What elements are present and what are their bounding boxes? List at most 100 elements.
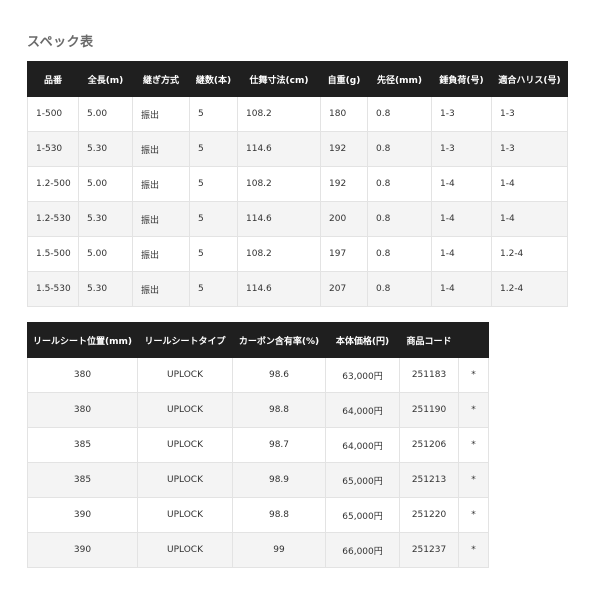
spec-cell: 5 bbox=[189, 166, 238, 202]
spec-cell: 1-3 bbox=[431, 131, 492, 167]
spec-cell: 振出 bbox=[132, 166, 190, 202]
price-header-cell: 本体価格(円) bbox=[325, 322, 400, 358]
price-cell: * bbox=[458, 357, 489, 393]
spec-cell: 1-3 bbox=[491, 131, 568, 167]
spec-cell: 1.2-4 bbox=[491, 271, 568, 307]
spec-cell: 1.5-530 bbox=[27, 271, 79, 307]
price-cell: 385 bbox=[27, 462, 138, 498]
spec-cell: 5 bbox=[189, 131, 238, 167]
spec-cell: 1-3 bbox=[491, 96, 568, 132]
spec-cell: 0.8 bbox=[367, 96, 432, 132]
price-header-cell: リールシート位置(mm) bbox=[27, 322, 138, 358]
spec-cell: 5.30 bbox=[78, 271, 133, 307]
spec-cell: 1-4 bbox=[491, 201, 568, 237]
spec-cell: 1.2-500 bbox=[27, 166, 79, 202]
spec-cell: 108.2 bbox=[237, 166, 321, 202]
price-cell: 98.6 bbox=[232, 357, 326, 393]
price-header-cell: カーボン含有率(%) bbox=[232, 322, 326, 358]
price-cell: 63,000円 bbox=[325, 357, 400, 393]
spec-cell: 114.6 bbox=[237, 201, 321, 237]
price-cell: 380 bbox=[27, 357, 138, 393]
spec-cell: 振出 bbox=[132, 271, 190, 307]
price-cell: UPLOCK bbox=[137, 462, 233, 498]
price-cell: 98.9 bbox=[232, 462, 326, 498]
table-row: 1.5-530 5.30 振出 5 114.6 207 0.8 1-4 1.2-4 bbox=[27, 271, 568, 307]
table-row: 380 UPLOCK 98.6 63,000円 251183 * bbox=[27, 357, 489, 393]
spec-cell: 0.8 bbox=[367, 201, 432, 237]
price-cell: 99 bbox=[232, 532, 326, 568]
price-cell: * bbox=[458, 392, 489, 428]
table-row: 1-530 5.30 振出 5 114.6 192 0.8 1-3 1-3 bbox=[27, 131, 568, 167]
spec-cell: 200 bbox=[320, 201, 368, 237]
spec-cell: 振出 bbox=[132, 96, 190, 132]
price-cell: 65,000円 bbox=[325, 462, 400, 498]
spec-cell: 192 bbox=[320, 131, 368, 167]
spec-header-cell: 品番 bbox=[27, 61, 79, 97]
spec-cell: 114.6 bbox=[237, 131, 321, 167]
page-title: スペック表 bbox=[27, 35, 94, 50]
spec-header-cell: 仕舞寸法(cm) bbox=[237, 61, 321, 97]
spec-cell: 5.00 bbox=[78, 96, 133, 132]
price-cell: UPLOCK bbox=[137, 427, 233, 463]
spec-cell: 5.30 bbox=[78, 201, 133, 237]
spec-header-cell: 適合ハリス(号) bbox=[491, 61, 568, 97]
spec-cell: 5.00 bbox=[78, 166, 133, 202]
price-cell: 251183 bbox=[399, 357, 459, 393]
table-row: 390 UPLOCK 99 66,000円 251237 * bbox=[27, 532, 489, 568]
spec-cell: 1.2-530 bbox=[27, 201, 79, 237]
price-cell: * bbox=[458, 462, 489, 498]
spec-cell: 振出 bbox=[132, 131, 190, 167]
spec-cell: 1-4 bbox=[431, 271, 492, 307]
price-cell: 251213 bbox=[399, 462, 459, 498]
spec-header-cell: 先径(mm) bbox=[367, 61, 432, 97]
spec-cell: 0.8 bbox=[367, 236, 432, 272]
spec-cell: 振出 bbox=[132, 201, 190, 237]
price-cell: 390 bbox=[27, 497, 138, 533]
spec-cell: 5 bbox=[189, 201, 238, 237]
price-cell: * bbox=[458, 427, 489, 463]
price-cell: UPLOCK bbox=[137, 392, 233, 428]
spec-cell: 114.6 bbox=[237, 271, 321, 307]
price-cell: 385 bbox=[27, 427, 138, 463]
spec-cell: 1-4 bbox=[431, 166, 492, 202]
spec-header-cell: 継ぎ方式 bbox=[132, 61, 190, 97]
spec-cell: 1-500 bbox=[27, 96, 79, 132]
price-cell: 390 bbox=[27, 532, 138, 568]
price-header-cell bbox=[458, 322, 489, 358]
spec-cell: 1-4 bbox=[431, 201, 492, 237]
spec-cell: 5.00 bbox=[78, 236, 133, 272]
price-table-header: リールシート位置(mm) リールシートタイプ カーボン含有率(%) 本体価格(円) 商品… bbox=[27, 322, 489, 358]
table-row: 1.5-500 5.00 振出 5 108.2 197 0.8 1-4 1.2-4 bbox=[27, 236, 568, 272]
spec-cell: 振出 bbox=[132, 236, 190, 272]
price-header-cell: 商品コード bbox=[399, 322, 459, 358]
spec-header-cell: 自重(g) bbox=[320, 61, 368, 97]
spec-cell: 192 bbox=[320, 166, 368, 202]
price-table: リールシート位置(mm) リールシートタイプ カーボン含有率(%) 本体価格(円) 商品… bbox=[27, 322, 489, 568]
price-cell: 251220 bbox=[399, 497, 459, 533]
spec-cell: 1-4 bbox=[431, 236, 492, 272]
price-cell: UPLOCK bbox=[137, 357, 233, 393]
price-header-cell: リールシートタイプ bbox=[137, 322, 233, 358]
spec-cell: 108.2 bbox=[237, 96, 321, 132]
price-cell: 64,000円 bbox=[325, 427, 400, 463]
table-row: 385 UPLOCK 98.7 64,000円 251206 * bbox=[27, 427, 489, 463]
spec-cell: 5 bbox=[189, 236, 238, 272]
price-cell: 65,000円 bbox=[325, 497, 400, 533]
spec-cell: 5.30 bbox=[78, 131, 133, 167]
price-cell: 64,000円 bbox=[325, 392, 400, 428]
price-cell: * bbox=[458, 497, 489, 533]
table-row: 390 UPLOCK 98.8 65,000円 251220 * bbox=[27, 497, 489, 533]
spec-cell: 1-530 bbox=[27, 131, 79, 167]
price-cell: UPLOCK bbox=[137, 497, 233, 533]
spec-cell: 197 bbox=[320, 236, 368, 272]
price-cell: 251237 bbox=[399, 532, 459, 568]
table-row: 1-500 5.00 振出 5 108.2 180 0.8 1-3 1-3 bbox=[27, 96, 568, 132]
price-cell: * bbox=[458, 532, 489, 568]
spec-cell: 0.8 bbox=[367, 271, 432, 307]
spec-header-cell: 全長(m) bbox=[78, 61, 133, 97]
spec-cell: 0.8 bbox=[367, 166, 432, 202]
table-row: 1.2-530 5.30 振出 5 114.6 200 0.8 1-4 1-4 bbox=[27, 201, 568, 237]
spec-table: 品番 全長(m) 継ぎ方式 継数(本) 仕舞寸法(cm) 自重(g) 先径(mm) 錘負荷(号… bbox=[27, 61, 568, 307]
spec-cell: 1.5-500 bbox=[27, 236, 79, 272]
spec-header-cell: 継数(本) bbox=[189, 61, 238, 97]
